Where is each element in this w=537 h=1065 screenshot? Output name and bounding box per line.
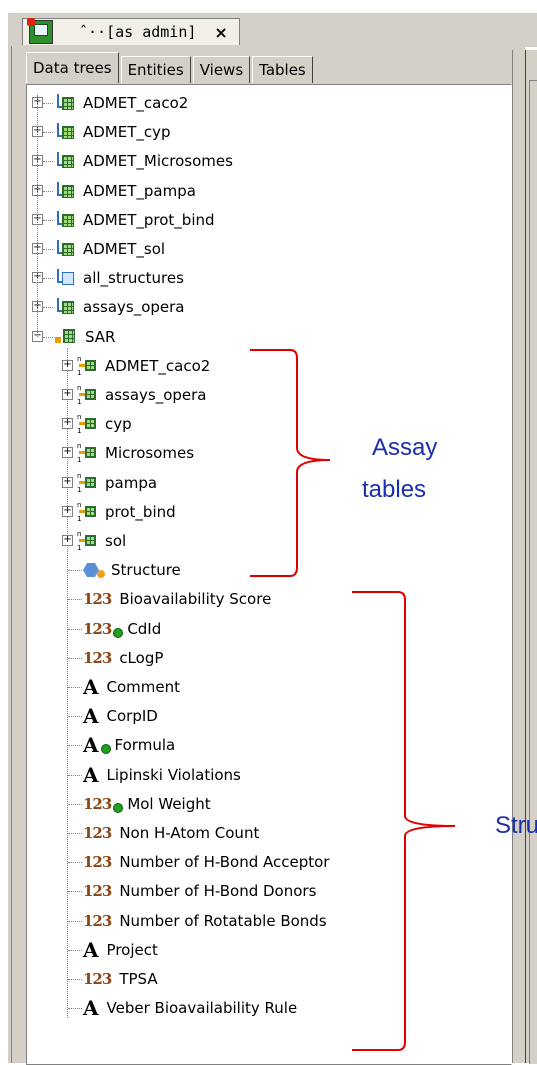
structure-annotation: Stru xyxy=(495,812,537,839)
structure-fields-bracket xyxy=(352,591,456,1051)
assay-annotation-line2: tables xyxy=(362,476,427,503)
assay-annotation-line1: Assay xyxy=(372,434,438,461)
assay-tables-bracket xyxy=(250,349,331,577)
annotation-brackets xyxy=(250,349,456,1051)
